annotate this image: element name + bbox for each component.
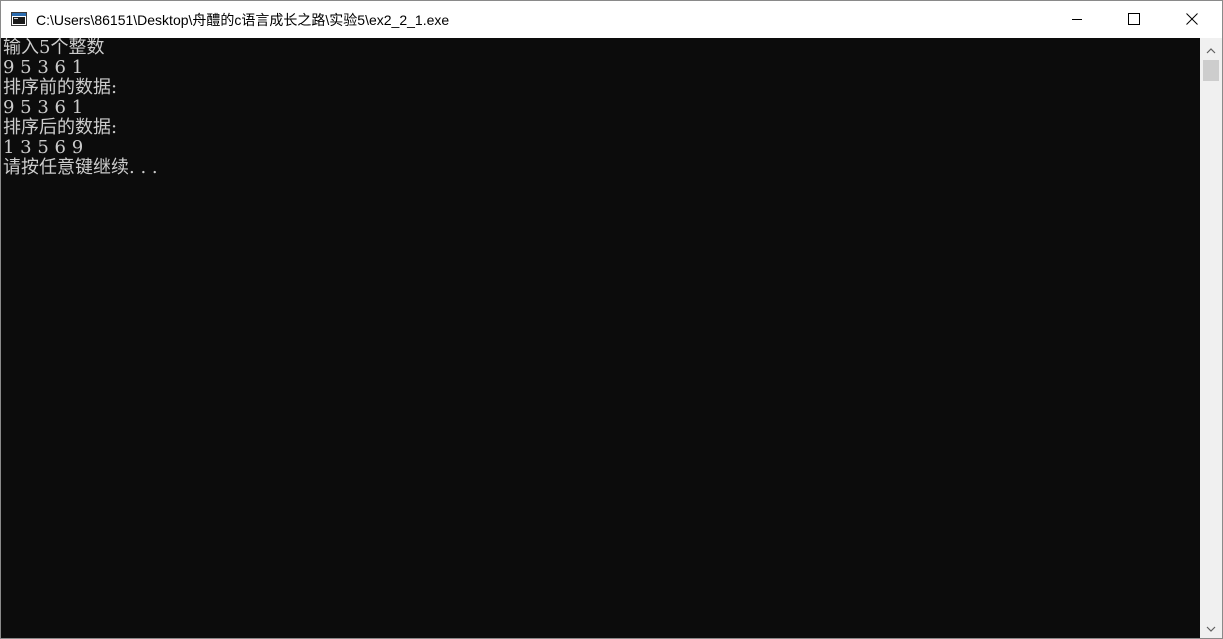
maximize-button[interactable] [1105,1,1163,38]
title-bar[interactable]: C:\Users\86151\Desktop\舟醴的c语言成长之路\实验5\ex… [1,1,1222,38]
console-line: 排序前的数据: [3,77,118,98]
console-line: 1 3 5 6 9 [3,137,84,158]
console-output[interactable]: 输入5个整数 9 5 3 6 1 排序前的数据: 9 5 3 6 1 排序后的数… [1,38,1200,638]
scroll-down-button[interactable] [1200,618,1222,638]
close-button[interactable] [1163,1,1221,38]
console-window: C:\Users\86151\Desktop\舟醴的c语言成长之路\实验5\ex… [0,0,1223,639]
close-icon [1186,12,1198,28]
window-title: C:\Users\86151\Desktop\舟醴的c语言成长之路\实验5\ex… [36,12,450,28]
console-line: 排序后的数据: [3,117,118,138]
vertical-scrollbar[interactable] [1200,38,1222,638]
maximize-icon [1128,12,1140,28]
minimize-icon [1071,12,1083,28]
scroll-thumb[interactable] [1203,60,1219,81]
chevron-up-icon [1206,41,1216,59]
minimize-button[interactable] [1048,1,1106,38]
console-line: 请按任意键继续. . . [3,157,158,178]
chevron-down-icon [1206,619,1216,637]
scroll-up-button[interactable] [1200,40,1222,60]
console-line: 输入5个整数 [3,38,105,58]
console-line: 9 5 3 6 1 [3,97,84,118]
console-line: 9 5 3 6 1 [3,57,84,78]
console-app-icon [11,12,27,26]
